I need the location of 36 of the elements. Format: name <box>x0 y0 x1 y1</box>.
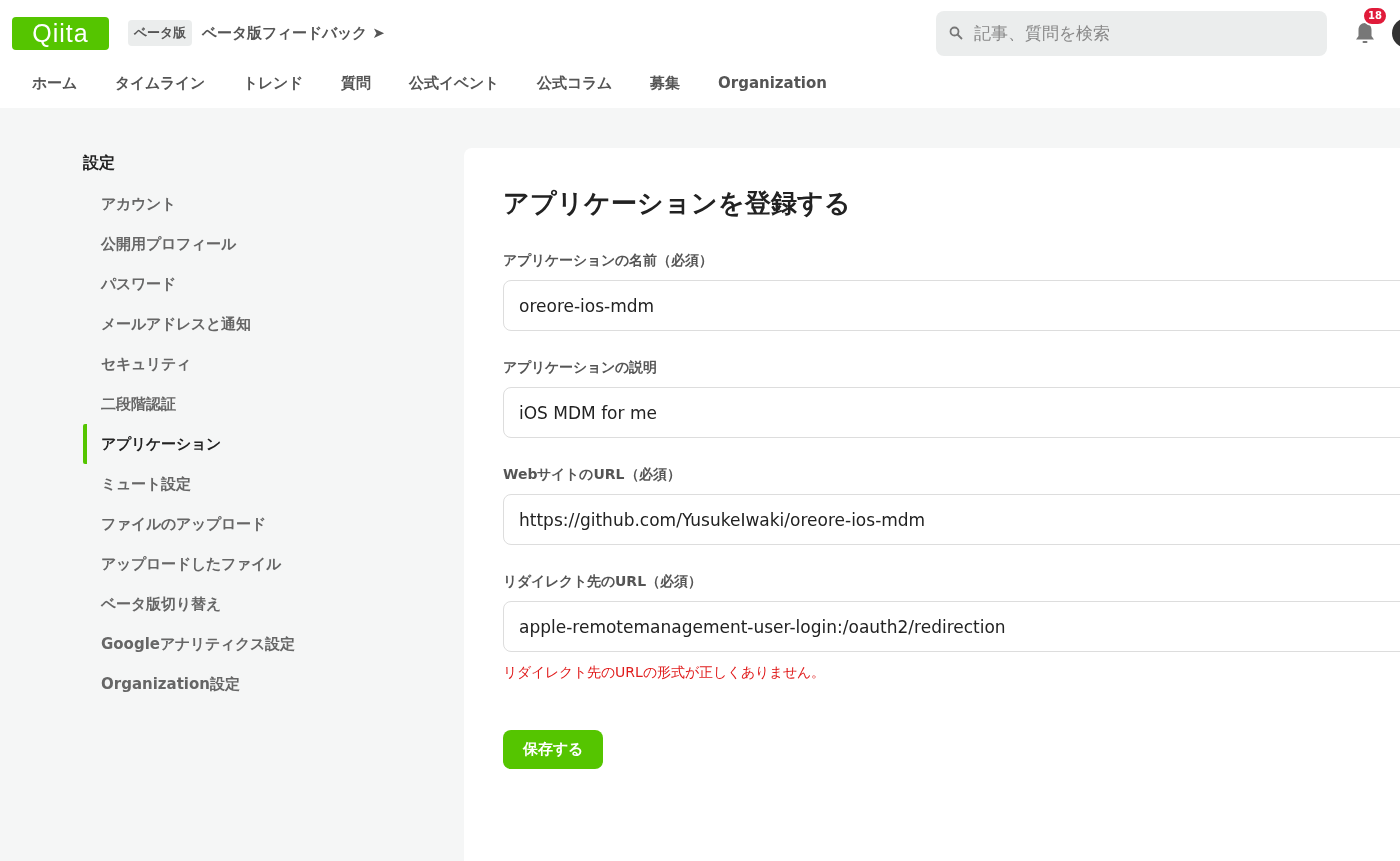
sidebar-item[interactable]: アップロードしたファイル <box>83 544 464 584</box>
sidebar-item[interactable]: Googleアナリティクス設定 <box>83 624 464 664</box>
sidebar-item[interactable]: パスワード <box>83 264 464 304</box>
sidebar-item[interactable]: メールアドレスと通知 <box>83 304 464 344</box>
nav-tab[interactable]: ホーム <box>32 73 77 93</box>
nav-tab[interactable]: トレンド <box>243 73 303 93</box>
nav-tab[interactable]: 公式イベント <box>409 73 499 93</box>
input-field[interactable]: apple-remotemanagement-user-login:/oauth2/redirection <box>503 601 1400 652</box>
sidebar-item[interactable]: ベータ版切り替え <box>83 584 464 624</box>
error-message: リダイレクト先のURLの形式が正しくありません。 <box>503 664 826 682</box>
beta-badge: ベータ版 <box>128 20 192 46</box>
feedback-link[interactable]: ベータ版フィードバック ➤ <box>202 23 385 43</box>
form-title: アプリケーションを登録する <box>503 187 852 220</box>
sidebar-item[interactable]: 公開用プロフィール <box>83 224 464 264</box>
sidebar-item[interactable]: アカウント <box>83 184 464 224</box>
nav-tab[interactable]: 質問 <box>341 73 371 93</box>
sidebar-item[interactable]: 二段階認証 <box>83 384 464 424</box>
nav-tab[interactable]: タイムライン <box>115 73 205 93</box>
nav-tab[interactable]: 公式コラム <box>537 73 612 93</box>
sidebar-item[interactable]: セキュリティ <box>83 344 464 384</box>
field-label: アプリケーションの説明 <box>503 359 658 377</box>
input-field[interactable]: https://github.com/YusukeIwaki/oreore-ios-mdm <box>503 494 1400 545</box>
bell-icon[interactable] <box>1354 20 1376 46</box>
field-label: リダイレクト先のURL（必須） <box>503 573 704 591</box>
sidebar-item[interactable]: Organization設定 <box>83 664 464 704</box>
field-label: WebサイトのURL（必須） <box>503 466 682 484</box>
nav-tab[interactable]: 募集 <box>650 73 680 93</box>
sidebar-title: 設定 <box>83 153 116 174</box>
nav-tab[interactable]: Organization <box>718 74 827 92</box>
field-label: アプリケーションの名前（必須） <box>503 252 714 270</box>
sidebar-item[interactable]: ファイルのアップロード <box>83 504 464 544</box>
input-field[interactable]: oreore-ios-mdm <box>503 280 1400 331</box>
sidebar-item[interactable]: ミュート設定 <box>83 464 464 504</box>
search-field[interactable]: 記事、質問を検索 <box>936 10 1327 56</box>
notification-badge: 18 <box>1362 6 1388 26</box>
input-field[interactable]: iOS MDM for me <box>503 387 1400 438</box>
